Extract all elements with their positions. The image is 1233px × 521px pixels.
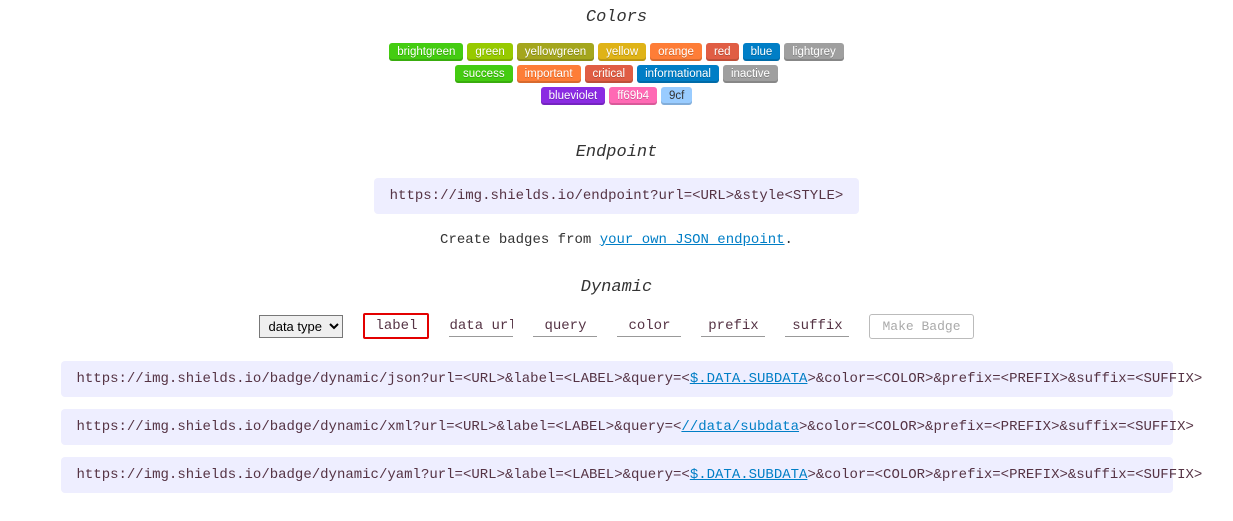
colors-heading: Colors: [586, 8, 647, 27]
colors-row-2: success important critical informational…: [455, 65, 778, 83]
badge-yellow: yellow: [598, 43, 646, 61]
badge-success: success: [455, 65, 513, 83]
endpoint-url-template: https://img.shields.io/endpoint?url=<URL…: [374, 178, 860, 214]
badge-informational: informational: [637, 65, 719, 83]
data-url-input[interactable]: [449, 316, 513, 337]
suffix-input[interactable]: [785, 316, 849, 337]
dynamic-yaml-template: https://img.shields.io/badge/dynamic/yam…: [61, 457, 1173, 493]
endpoint-helper-link[interactable]: your own JSON endpoint: [600, 232, 785, 248]
endpoint-heading: Endpoint: [576, 143, 658, 162]
dynamic-json-post: >&color=<COLOR>&prefix=<PREFIX>&suffix=<…: [807, 371, 1202, 387]
badge-important: important: [517, 65, 581, 83]
colors-row-3: blueviolet ff69b4 9cf: [541, 87, 693, 105]
badge-blue: blue: [743, 43, 781, 61]
badge-ff69b4: ff69b4: [609, 87, 657, 105]
badge-9cf: 9cf: [661, 87, 692, 105]
dynamic-xml-link[interactable]: //data/subdata: [681, 419, 799, 435]
badge-brightgreen: brightgreen: [389, 43, 463, 61]
dynamic-yaml-link[interactable]: $.DATA.SUBDATA: [690, 467, 808, 483]
badge-yellowgreen: yellowgreen: [517, 43, 594, 61]
dynamic-json-link[interactable]: $.DATA.SUBDATA: [690, 371, 808, 387]
dynamic-xml-pre: https://img.shields.io/badge/dynamic/xml…: [77, 419, 682, 435]
prefix-input[interactable]: [701, 316, 765, 337]
make-badge-button[interactable]: Make Badge: [869, 314, 973, 339]
dynamic-json-template: https://img.shields.io/badge/dynamic/jso…: [61, 361, 1173, 397]
badge-red: red: [706, 43, 739, 61]
color-input[interactable]: [617, 316, 681, 337]
badge-orange: orange: [650, 43, 702, 61]
dynamic-xml-post: >&color=<COLOR>&prefix=<PREFIX>&suffix=<…: [799, 419, 1194, 435]
dynamic-yaml-pre: https://img.shields.io/badge/dynamic/yam…: [77, 467, 690, 483]
endpoint-helper-text: Create badges from your own JSON endpoin…: [440, 232, 793, 248]
data-type-select[interactable]: data type: [259, 315, 343, 338]
dynamic-xml-template: https://img.shields.io/badge/dynamic/xml…: [61, 409, 1173, 445]
dynamic-yaml-post: >&color=<COLOR>&prefix=<PREFIX>&suffix=<…: [807, 467, 1202, 483]
endpoint-helper-pre: Create badges from: [440, 232, 600, 248]
label-input[interactable]: [363, 313, 429, 339]
badge-green: green: [467, 43, 512, 61]
badge-critical: critical: [585, 65, 634, 83]
query-input[interactable]: [533, 316, 597, 337]
dynamic-heading: Dynamic: [581, 278, 652, 297]
colors-row-1: brightgreen green yellowgreen yellow ora…: [389, 43, 844, 61]
badge-inactive: inactive: [723, 65, 778, 83]
endpoint-helper-post: .: [785, 232, 793, 248]
dynamic-controls: data type Make Badge: [259, 313, 973, 339]
dynamic-json-pre: https://img.shields.io/badge/dynamic/jso…: [77, 371, 690, 387]
badge-blueviolet: blueviolet: [541, 87, 606, 105]
badge-lightgrey: lightgrey: [784, 43, 843, 61]
